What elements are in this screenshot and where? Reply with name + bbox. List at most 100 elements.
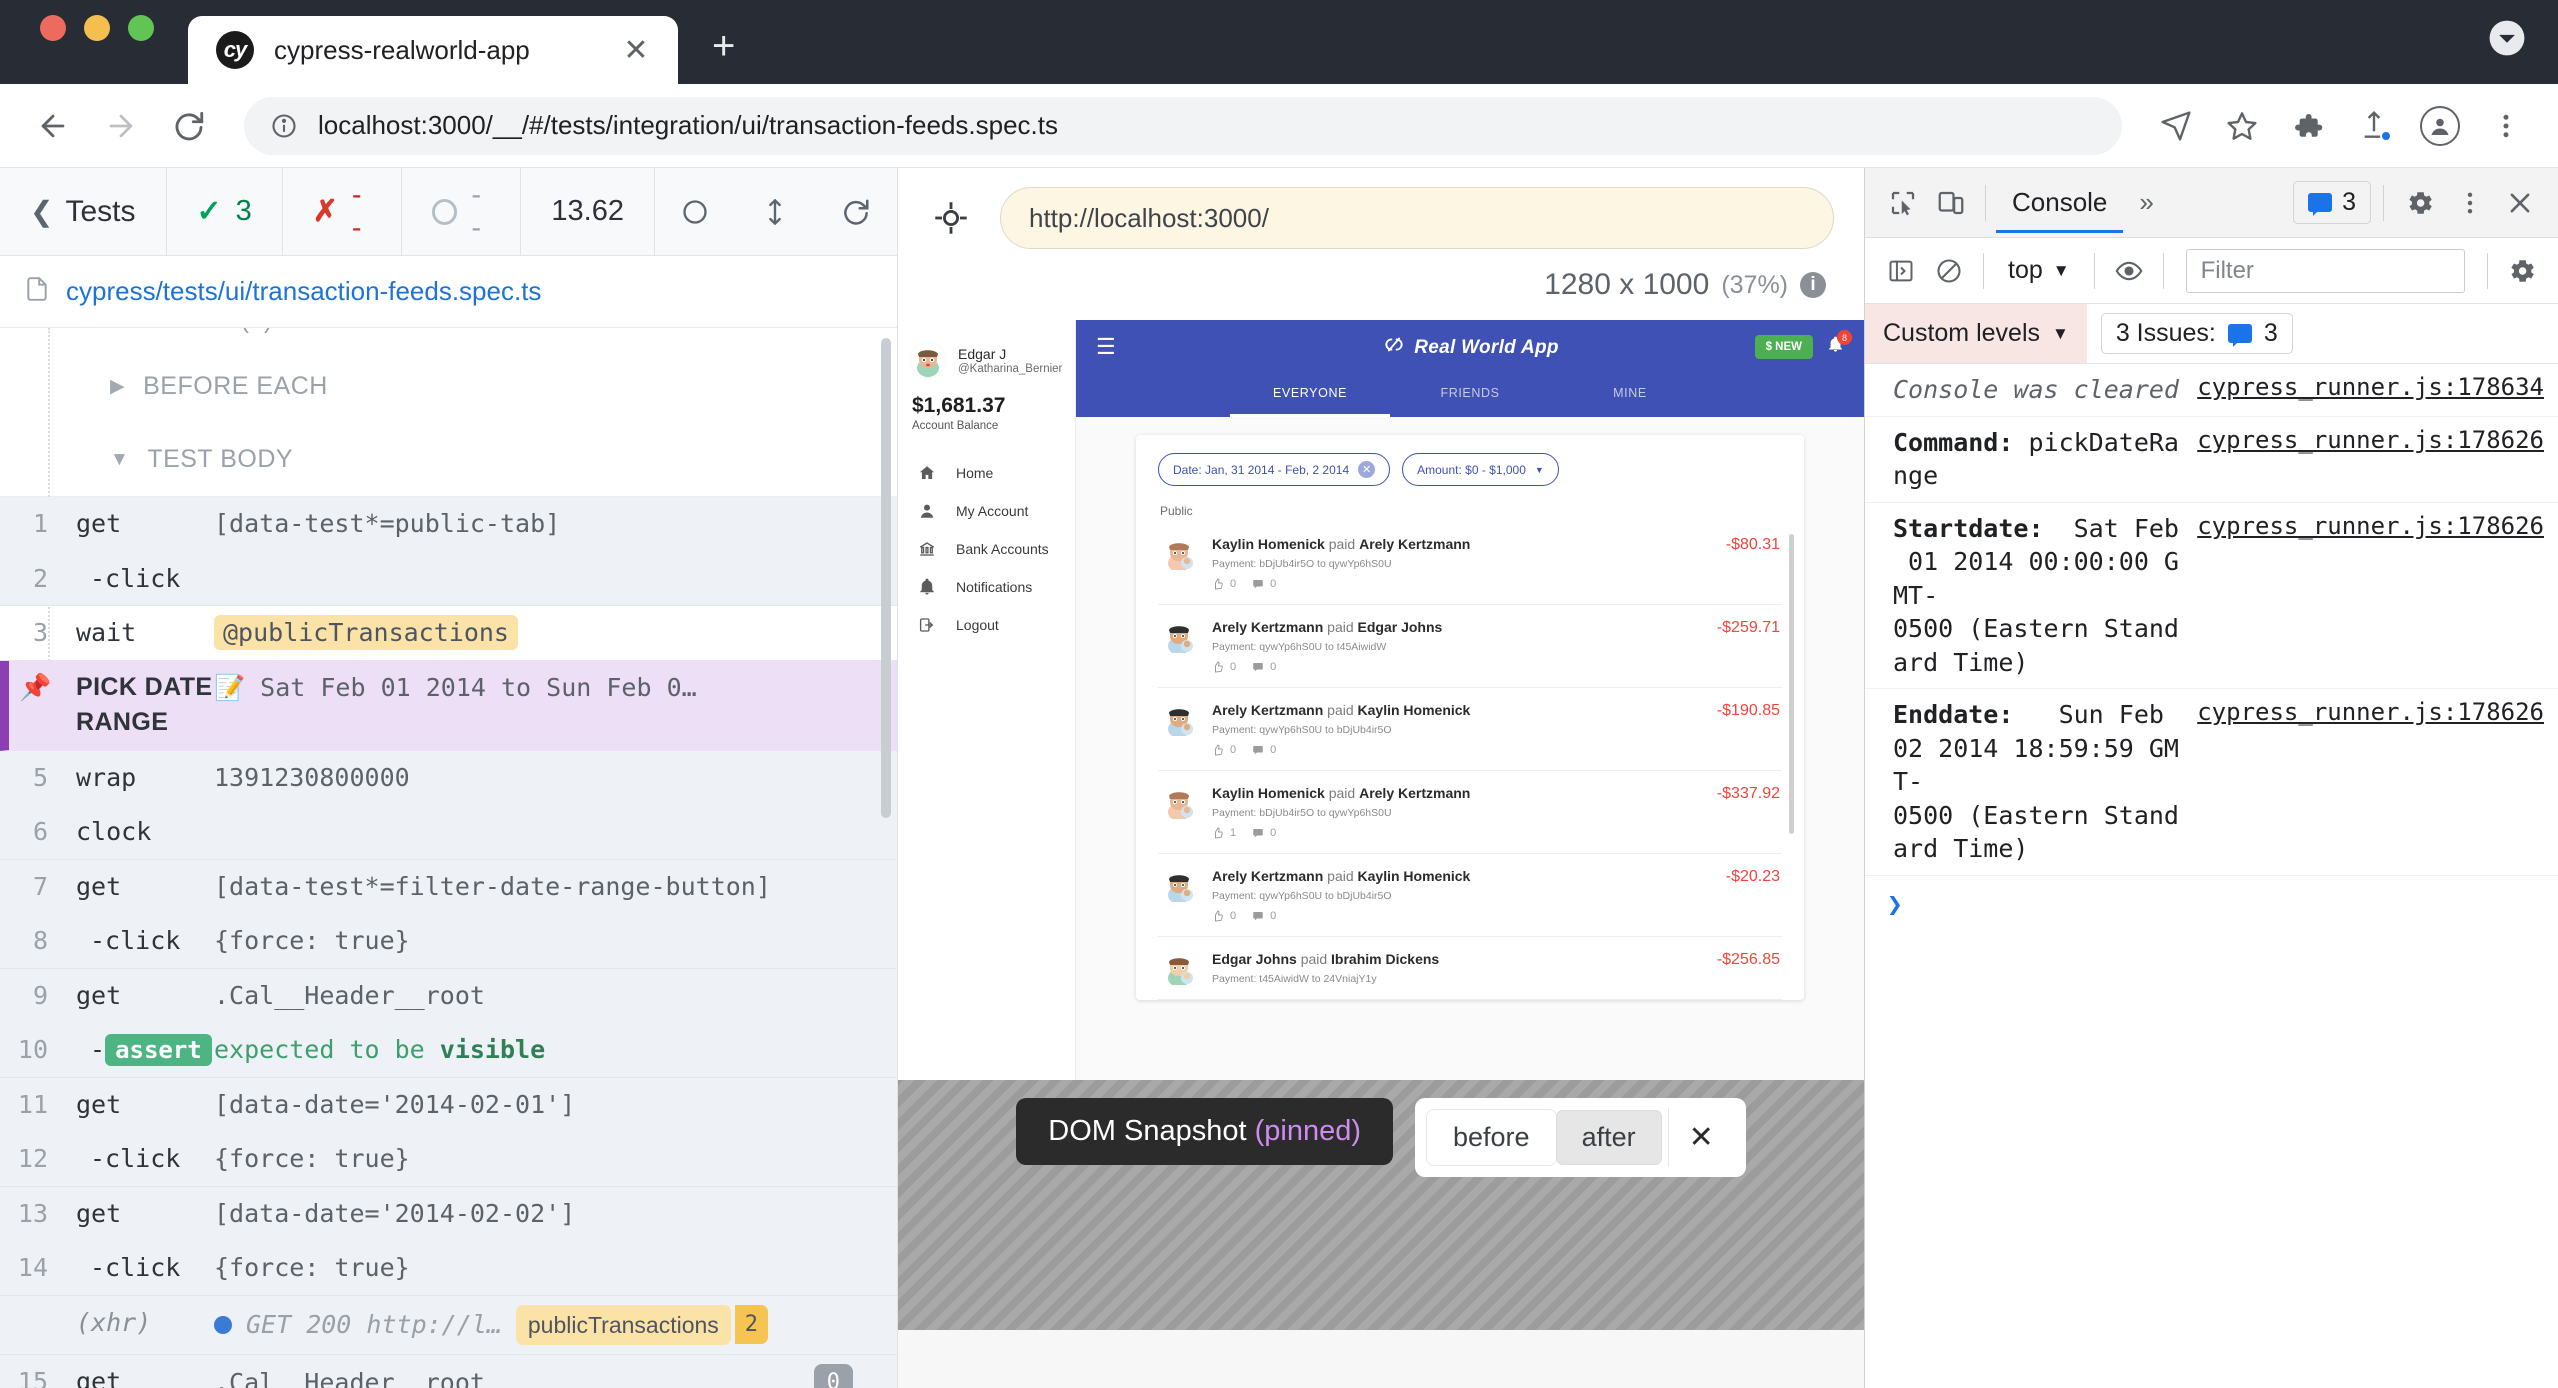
command-row-pinned[interactable]: 📌PICK DATE RANGE📝 Sat Feb 01 2014 to Sun…	[0, 661, 897, 751]
filter-date-range-chip[interactable]: Date: Jan, 31 2014 - Feb, 2 2014 ✕	[1158, 453, 1390, 486]
like-button[interactable]: 0	[1212, 744, 1236, 756]
like-button[interactable]: 1	[1212, 827, 1236, 839]
snapshot-before-button[interactable]: before	[1427, 1110, 1556, 1165]
custom-levels-dropdown[interactable]: Custom levels ▼	[1865, 304, 2087, 363]
sidebar-item-my-account[interactable]: My Account	[898, 492, 1075, 530]
three-dot-menu-icon[interactable]	[2484, 104, 2528, 148]
transaction-item[interactable]: Kaylin Homenick paid Arely KertzmannPaym…	[1158, 522, 1782, 605]
new-tab-icon[interactable]: +	[712, 26, 735, 84]
console-sidebar-icon[interactable]	[1877, 247, 1925, 295]
tab-everyone[interactable]: EVERYONE	[1230, 374, 1390, 417]
close-window-button[interactable]	[40, 15, 66, 41]
profile-avatar-icon[interactable]	[2418, 104, 2462, 148]
tab-mine[interactable]: MINE	[1550, 374, 1710, 417]
maximize-window-button[interactable]	[128, 15, 154, 41]
command-row[interactable]: 1get[data-test*=public-tab]	[0, 497, 897, 552]
auto-scroll-button[interactable]	[735, 168, 815, 255]
three-dot-menu-icon[interactable]	[2446, 179, 2494, 227]
gear-icon[interactable]	[2396, 179, 2444, 227]
transaction-item[interactable]: Edgar Johns paid Ibrahim DickensPayment:…	[1158, 937, 1782, 1000]
transaction-item[interactable]: Arely Kertzmann paid Kaylin HomenickPaym…	[1158, 854, 1782, 937]
scrollbar[interactable]	[881, 338, 891, 818]
live-expression-icon[interactable]	[2105, 247, 2153, 295]
sidebar-item-logout[interactable]: Logout	[898, 606, 1075, 644]
forward-arrow-icon[interactable]	[98, 103, 144, 149]
like-button[interactable]: 0	[1212, 578, 1236, 590]
console-message-source[interactable]: cypress_runner.js:178626	[2197, 698, 2544, 726]
command-row[interactable]: 11get[data-date='2014-02-01']	[0, 1078, 897, 1133]
close-icon[interactable]: ✕	[1668, 1108, 1734, 1167]
close-icon[interactable]: ✕	[618, 33, 654, 68]
command-row[interactable]: 2-click	[0, 552, 897, 607]
comment-button[interactable]: 0	[1252, 578, 1276, 590]
info-icon[interactable]: i	[1800, 272, 1826, 298]
gear-icon[interactable]	[2498, 247, 2546, 295]
command-row[interactable]: 7get[data-test*=filter-date-range-button…	[0, 860, 897, 915]
comment-button[interactable]: 0	[1252, 827, 1276, 839]
command-row[interactable]: 10-assertexpected to be visible	[0, 1023, 897, 1078]
close-icon[interactable]	[2496, 179, 2544, 227]
transaction-item[interactable]: Kaylin Homenick paid Arely KertzmannPaym…	[1158, 771, 1782, 854]
clear-console-icon[interactable]	[1925, 247, 1973, 295]
command-row[interactable]: (xhr)GET 200 http://l…publicTransactions…	[0, 1296, 897, 1356]
snapshot-after-button[interactable]: after	[1556, 1110, 1662, 1165]
filter-input[interactable]: Filter	[2186, 249, 2465, 293]
command-row[interactable]: 5wrap1391230800000	[0, 751, 897, 806]
more-tabs-icon[interactable]: »	[2123, 187, 2169, 218]
command-log[interactable]: ROUTES (?) ▶ BEFORE EACH ▼ TEST BODY 1ge…	[0, 328, 897, 1388]
minimize-window-button[interactable]	[84, 15, 110, 41]
clear-date-filter-icon[interactable]: ✕	[1358, 461, 1375, 478]
address-bar[interactable]: localhost:3000/__/#/tests/integration/ui…	[244, 97, 2122, 155]
command-row[interactable]: 12-click{force: true}	[0, 1132, 897, 1187]
hamburger-menu-icon[interactable]: ☰	[1096, 336, 1116, 358]
new-transaction-button[interactable]: $ NEW	[1755, 335, 1813, 359]
hook-routes[interactable]: ROUTES (?)	[0, 328, 897, 350]
bookmark-star-icon[interactable]	[2220, 104, 2264, 148]
spec-path-bar[interactable]: cypress/tests/ui/transaction-feeds.spec.…	[0, 256, 897, 328]
browser-tab[interactable]: cy cypress-realworld-app ✕	[188, 16, 678, 84]
issues-button[interactable]: 3 Issues: 3	[2101, 313, 2293, 354]
restart-tests-button[interactable]	[815, 168, 897, 255]
like-button[interactable]: 0	[1212, 661, 1236, 673]
device-toolbar-icon[interactable]	[1927, 179, 1975, 227]
aut-url-field[interactable]: http://localhost:3000/	[1000, 187, 1834, 249]
reload-icon[interactable]	[166, 103, 212, 149]
comment-button[interactable]: 0	[1252, 661, 1276, 673]
comment-button[interactable]: 0	[1252, 910, 1276, 922]
sidebar-item-home[interactable]: Home	[898, 454, 1075, 492]
notification-bell-icon[interactable]: 8	[1827, 336, 1844, 358]
console-prompt-arrow-icon[interactable]: ❯	[1865, 876, 2558, 934]
hook-test-body[interactable]: ▼ TEST BODY	[0, 423, 897, 496]
send-icon[interactable]	[2154, 104, 2198, 148]
transaction-list-scrollbar[interactable]	[1789, 534, 1794, 834]
command-row[interactable]: 9get.Cal__Header__root	[0, 969, 897, 1024]
console-message-source[interactable]: cypress_runner.js:178634	[2197, 373, 2544, 401]
console-message-source[interactable]: cypress_runner.js:178626	[2197, 426, 2544, 454]
stop-button[interactable]	[655, 168, 735, 255]
issues-badge[interactable]: 3	[2293, 181, 2371, 224]
transaction-item[interactable]: Arely Kertzmann paid Edgar JohnsPayment:…	[1158, 605, 1782, 688]
console-messages[interactable]: Console was clearedcypress_runner.js:178…	[1865, 364, 2558, 1388]
transaction-item[interactable]: Arely Kertzmann paid Kaylin HomenickPaym…	[1158, 688, 1782, 771]
sidebar-item-notifications[interactable]: Notifications	[898, 568, 1075, 606]
command-row[interactable]: 14-click{force: true}	[0, 1241, 897, 1296]
command-row[interactable]: 15get.Cal__Header__root0	[0, 1355, 897, 1388]
context-selector[interactable]: top ▼	[1994, 256, 2084, 285]
puzzle-piece-icon[interactable]	[2286, 104, 2330, 148]
site-info-icon[interactable]	[270, 112, 298, 140]
command-row[interactable]: 6clock	[0, 805, 897, 860]
command-row[interactable]: 13get[data-date='2014-02-02']	[0, 1187, 897, 1242]
tab-friends[interactable]: FRIENDS	[1390, 374, 1550, 417]
chevron-down-circle-icon[interactable]	[2488, 19, 2526, 84]
back-arrow-icon[interactable]	[30, 103, 76, 149]
command-row[interactable]: 8-click{force: true}	[0, 914, 897, 969]
back-to-tests-button[interactable]: ❮ Tests	[0, 168, 167, 255]
inspect-element-icon[interactable]	[1879, 179, 1927, 227]
console-message-source[interactable]: cypress_runner.js:178626	[2197, 512, 2544, 540]
comment-button[interactable]: 0	[1252, 744, 1276, 756]
filter-amount-chip[interactable]: Amount: $0 - $1,000 ▼	[1402, 453, 1559, 486]
command-row[interactable]: 3wait@publicTransactions	[0, 606, 897, 661]
cypress-extension-icon[interactable]	[2352, 104, 2396, 148]
hook-before-each[interactable]: ▶ BEFORE EACH	[0, 350, 897, 423]
tab-console[interactable]: Console	[1996, 173, 2123, 233]
